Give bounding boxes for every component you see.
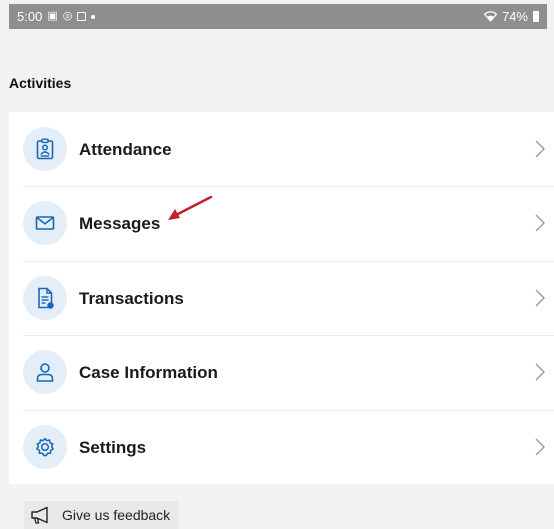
menu-item-messages[interactable]: Messages: [9, 186, 554, 260]
status-right: 74%: [483, 9, 539, 24]
messages-icon-circle: [23, 201, 67, 246]
megaphone-icon: [31, 506, 48, 524]
feedback-button[interactable]: Give us feedback: [24, 501, 179, 529]
more-notifications-icon: [91, 14, 96, 19]
menu-item-attendance[interactable]: Attendance: [9, 112, 554, 186]
status-left: 5:00 ▣ ◎: [17, 9, 96, 24]
transactions-icon-circle: [23, 275, 67, 320]
battery-percent: 74%: [501, 9, 528, 24]
section-title: Activities: [9, 75, 72, 91]
menu-item-label: Messages: [79, 214, 161, 234]
status-time: 5:00: [17, 9, 43, 24]
chevron-right-icon: [535, 140, 545, 158]
chevron-right-icon: [535, 289, 545, 307]
menu-item-label: Attendance: [79, 140, 172, 159]
annotation-arrow-icon: [168, 195, 213, 220]
person-icon: [36, 363, 54, 382]
settings-icon-circle: [23, 424, 67, 469]
gear-icon: [36, 437, 54, 456]
wifi-icon: [483, 11, 497, 22]
feedback-label: Give us feedback: [62, 507, 171, 523]
envelope-icon: [35, 216, 55, 231]
gallery-notification-icon: ▣: [47, 10, 58, 22]
activities-menu: Attendance Messages Transactions Case In…: [9, 112, 554, 484]
chevron-right-icon: [535, 363, 545, 381]
menu-item-label: Case Information: [79, 363, 218, 383]
app-notification-icon: [77, 12, 87, 21]
chevron-right-icon: [535, 214, 545, 232]
sync-notification-icon: ◎: [62, 10, 73, 22]
menu-item-case-information[interactable]: Case Information: [9, 335, 554, 409]
battery-icon: [533, 11, 539, 22]
menu-item-settings[interactable]: Settings: [9, 409, 554, 484]
menu-item-label: Transactions: [79, 288, 184, 308]
document-icon: [38, 287, 54, 309]
case-information-icon-circle: [23, 350, 67, 395]
clipboard-badge-icon: [36, 138, 54, 160]
attendance-icon-circle: [23, 127, 67, 171]
status-bar: 5:00 ▣ ◎ 74%: [9, 4, 547, 29]
menu-item-label: Settings: [79, 437, 147, 457]
menu-item-transactions[interactable]: Transactions: [9, 260, 554, 335]
chevron-right-icon: [535, 438, 545, 456]
